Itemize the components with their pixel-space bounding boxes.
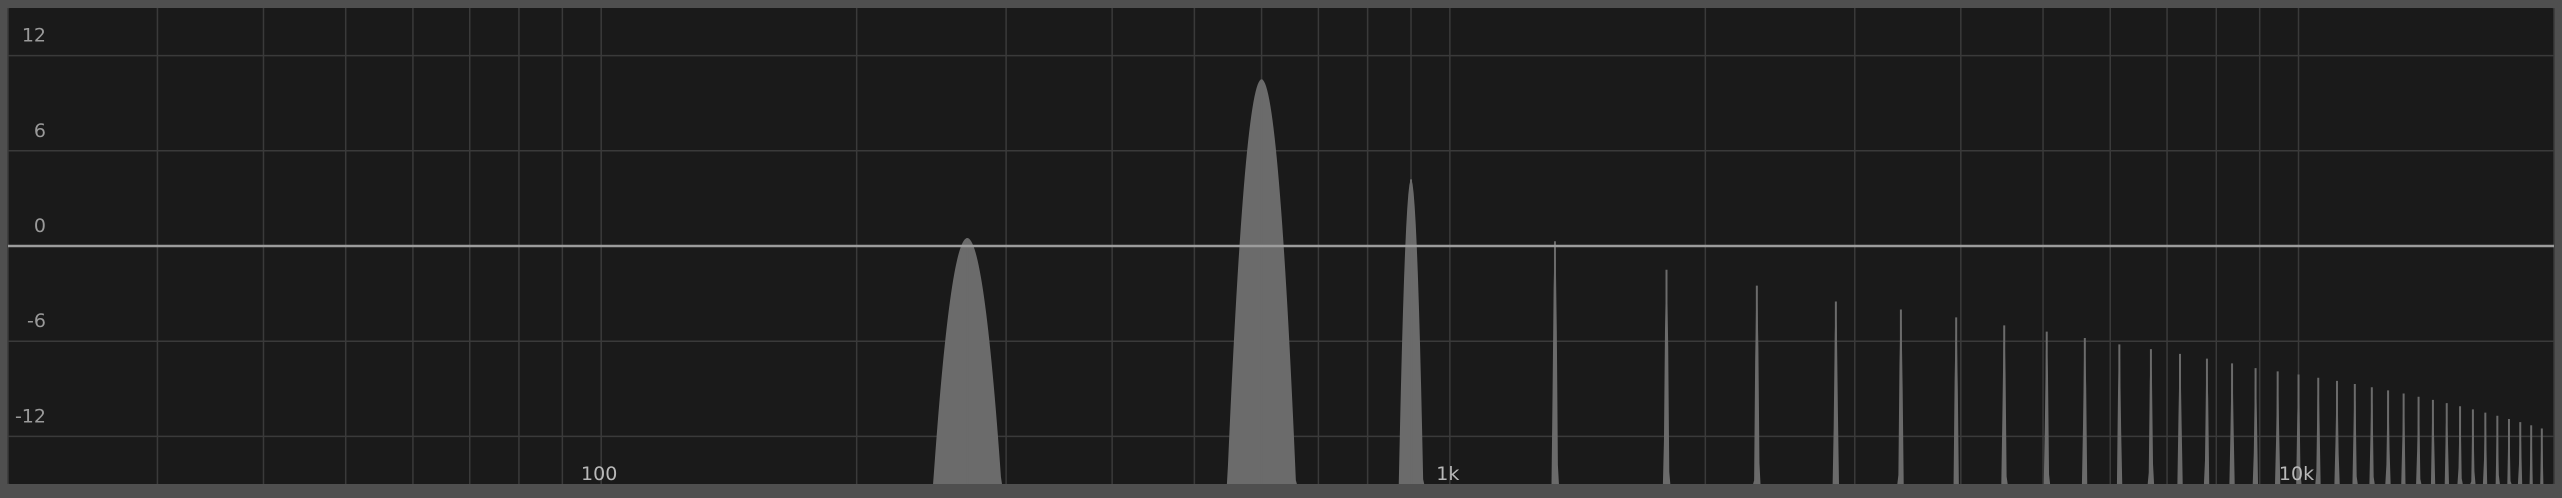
y-tick-label: 6 [34,120,46,142]
x-tick-label: 10k [2279,463,2314,485]
y-tick-label: 0 [34,215,46,237]
spectrum-analyzer: 12 6 0 -6 -12 100 1k 10k [0,0,2562,498]
y-tick-label: -12 [15,405,46,427]
y-tick-label: -6 [27,310,46,332]
x-tick-label: 100 [581,463,617,485]
x-tick-label: 1k [1436,463,1459,485]
y-tick-label: 12 [22,25,46,47]
